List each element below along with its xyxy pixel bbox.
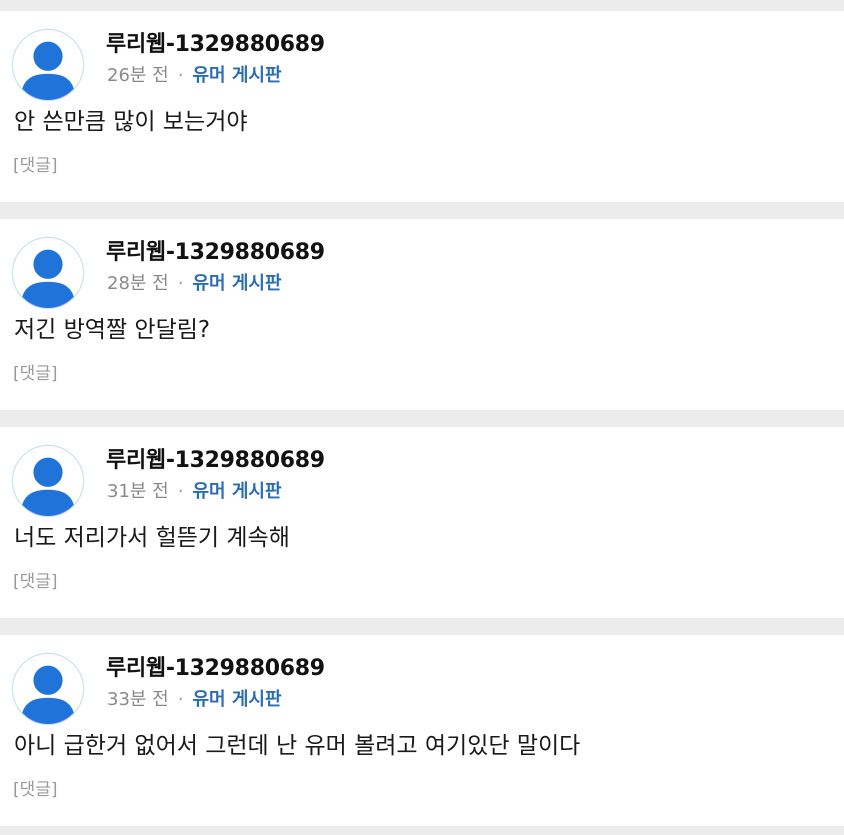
board-link[interactable]: 유머 게시판	[192, 65, 281, 86]
default-user-avatar-icon	[20, 41, 76, 100]
reply-link[interactable]: [댓글]	[13, 570, 58, 594]
user-avatar-icon[interactable]	[12, 29, 84, 101]
comment-time: 31분 전	[107, 481, 169, 502]
reply-link[interactable]: [댓글]	[13, 362, 58, 386]
comment-time: 33분 전	[107, 689, 169, 710]
comment-card: 루리웹-1329880689 28분 전 · 유머 게시판 저긴 방역짤 안달림? …	[0, 219, 844, 410]
comment-card: 루리웹-1329880689 31분 전 · 유머 게시판 너도 저리가서 헐뜯기 …	[0, 427, 844, 618]
comment-meta: 33분 전 · 유머 게시판	[107, 688, 282, 712]
meta-separator: ·	[177, 273, 184, 294]
comment-meta: 28분 전 · 유머 게시판	[107, 272, 282, 296]
comment-text[interactable]: 아니 급한거 없어서 그런데 난 유머 볼려고 여기있단 말이다	[14, 730, 580, 762]
reply-link[interactable]: [댓글]	[13, 778, 58, 802]
default-user-avatar-icon	[20, 249, 76, 308]
comment-feed: 루리웹-1329880689 26분 전 · 유머 게시판 안 쓴만큼 많이 보는거…	[0, 0, 844, 826]
meta-separator: ·	[177, 481, 184, 502]
user-avatar-icon[interactable]	[12, 237, 84, 309]
comment-text[interactable]: 저긴 방역짤 안달림?	[14, 314, 210, 346]
comment-author[interactable]: 루리웹-1329880689	[106, 655, 325, 683]
comment-text[interactable]: 안 쓴만큼 많이 보는거야	[14, 106, 248, 138]
comment-card: 루리웹-1329880689 26분 전 · 유머 게시판 안 쓴만큼 많이 보는거…	[0, 11, 844, 202]
reply-link[interactable]: [댓글]	[13, 154, 58, 178]
user-avatar-icon[interactable]	[12, 445, 84, 517]
comment-time: 26분 전	[107, 65, 169, 86]
board-link[interactable]: 유머 게시판	[192, 481, 281, 502]
board-link[interactable]: 유머 게시판	[192, 689, 281, 710]
meta-separator: ·	[177, 65, 184, 86]
comment-time: 28분 전	[107, 273, 169, 294]
comment-meta: 26분 전 · 유머 게시판	[107, 64, 282, 88]
comment-author[interactable]: 루리웹-1329880689	[106, 447, 325, 475]
comment-author[interactable]: 루리웹-1329880689	[106, 31, 325, 59]
comment-meta: 31분 전 · 유머 게시판	[107, 480, 282, 504]
meta-separator: ·	[177, 689, 184, 710]
board-link[interactable]: 유머 게시판	[192, 273, 281, 294]
comment-text[interactable]: 너도 저리가서 헐뜯기 계속해	[14, 522, 290, 554]
comment-author[interactable]: 루리웹-1329880689	[106, 239, 325, 267]
default-user-avatar-icon	[20, 665, 76, 724]
comment-card: 루리웹-1329880689 33분 전 · 유머 게시판 아니 급한거 없어서 그…	[0, 635, 844, 826]
default-user-avatar-icon	[20, 457, 76, 516]
user-avatar-icon[interactable]	[12, 653, 84, 725]
